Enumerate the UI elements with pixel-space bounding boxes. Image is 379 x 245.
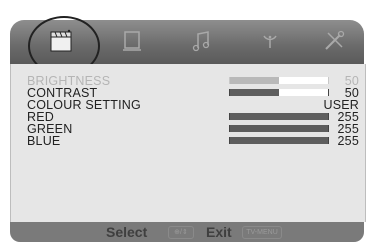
slider-fill — [230, 77, 279, 84]
green-slider[interactable] — [229, 125, 329, 132]
menu-item-value: 255 — [337, 134, 359, 148]
slider-fill — [230, 137, 328, 144]
tab-sound[interactable] — [182, 26, 222, 56]
blue-slider[interactable] — [229, 137, 329, 144]
menu-item-colour-setting[interactable]: COLOUR SETTING USER — [27, 99, 369, 112]
tab-channel[interactable] — [250, 26, 290, 56]
menu-tab-bar — [10, 16, 364, 76]
menu-item-blue[interactable]: BLUE 255 — [27, 134, 369, 148]
music-notes-icon — [192, 31, 210, 52]
picture-settings-panel: BRIGHTNESS 50 CONTRAST 50 COLOUR SETTING… — [10, 64, 366, 222]
tab-picture[interactable] — [42, 26, 82, 56]
tab-setup[interactable] — [314, 26, 354, 56]
slider-fill — [230, 113, 328, 120]
select-key-chip: ⊕/⇕ — [168, 226, 194, 239]
exit-key-chip: TV-MENU — [242, 226, 282, 239]
tab-screen[interactable] — [112, 26, 152, 56]
select-hint-label: Select — [106, 224, 148, 240]
satellite-dish-icon — [263, 35, 277, 48]
brightness-slider[interactable] — [229, 77, 329, 84]
menu-item-label: BLUE — [27, 134, 61, 148]
clapperboard-picture-icon — [50, 29, 72, 52]
red-slider[interactable] — [229, 113, 329, 120]
menu-item-red[interactable]: RED 255 — [27, 111, 369, 124]
menu-item-green[interactable]: GREEN 255 — [27, 123, 369, 136]
slider-fill — [230, 125, 328, 132]
slider-fill — [230, 89, 279, 96]
screen-icon — [123, 31, 141, 51]
exit-hint-label: Exit — [206, 224, 232, 240]
footer-hint-bar: Select ⊕/⇕ Exit TV-MENU — [10, 222, 364, 242]
contrast-slider[interactable] — [229, 89, 329, 96]
osd-menu: BRIGHTNESS 50 CONTRAST 50 COLOUR SETTING… — [6, 6, 372, 242]
wrench-tools-icon — [325, 30, 345, 50]
